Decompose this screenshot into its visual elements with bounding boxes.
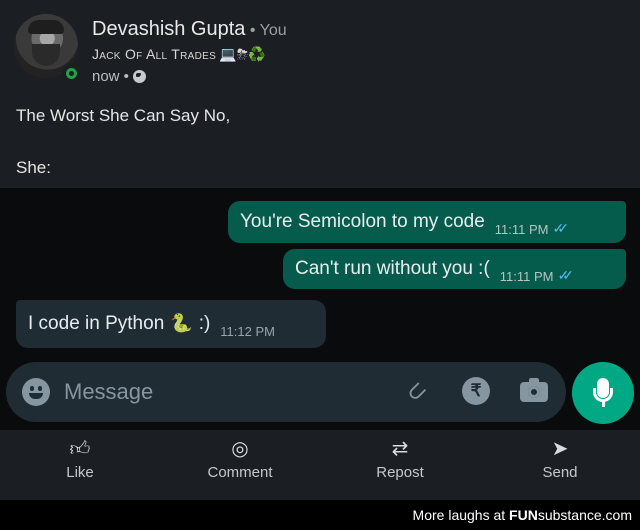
message-text-start: I code in Python [28, 313, 165, 334]
message-text: You're Semicolon to my code [240, 211, 485, 232]
send-button[interactable]: ➤ Send [500, 430, 620, 500]
like-button[interactable]: 👍︎ Like [20, 430, 140, 500]
watermark-prefix: More laughs at [412, 507, 506, 523]
rupee-payment-icon[interactable]: ₹ [462, 377, 490, 405]
message-input[interactable]: Message [64, 379, 153, 405]
message-time: 11:11 PM [499, 268, 554, 284]
mic-button[interactable] [572, 362, 634, 424]
author-tagline: Jack Of All Trades 💻⛈♻️ [92, 46, 266, 63]
online-status-icon [62, 64, 80, 82]
outgoing-message[interactable]: Can't run without you :( 11:11 PM ✓✓ [283, 249, 626, 289]
emoji-mouth [29, 393, 43, 399]
mic-stand [593, 388, 613, 402]
comment-label: Comment [207, 464, 273, 481]
linkedin-post: Devashish Gupta • You Jack Of All Trades… [0, 0, 640, 188]
message-text: I code in Python 🐍:) [28, 313, 210, 335]
repost-icon: ⇄ [391, 438, 409, 460]
author-you-label: • You [249, 22, 287, 39]
author-line: Devashish Gupta • You [92, 18, 287, 41]
emoji-icon[interactable] [22, 378, 50, 406]
post-meta: now • [92, 68, 146, 85]
author-name[interactable]: Devashish Gupta [92, 18, 245, 40]
send-label: Send [542, 464, 578, 481]
post-text-line-1: The Worst She Can Say No, [16, 106, 231, 125]
watermark-brand-fun: FUN [509, 507, 538, 523]
message-text: Can't run without you :( [295, 258, 490, 279]
read-ticks-icon: ✓✓ [552, 219, 570, 236]
post-text-line-2: She: [16, 158, 51, 177]
repost-label: Repost [376, 464, 424, 481]
message-time: 11:12 PM [220, 323, 275, 339]
camera-icon[interactable] [520, 378, 548, 402]
send-icon: ➤ [551, 438, 569, 460]
globe-icon [132, 70, 146, 83]
tagline-emojis: 💻⛈♻️ [219, 46, 267, 62]
outgoing-message[interactable]: You're Semicolon to my code 11:11 PM ✓✓ [228, 201, 626, 243]
message-time: 11:11 PM [494, 221, 549, 237]
avatar-hair [28, 20, 64, 34]
snake-emoji: 🐍 [170, 313, 193, 333]
comment-icon: ◎ [231, 438, 249, 460]
mic-leg [602, 401, 605, 407]
post-time: now • [92, 68, 129, 85]
watermark-brand-rest: substance.com [537, 507, 632, 523]
message-input-bar: Message ⊂ ₹ [6, 362, 566, 422]
comment-button[interactable]: ◎ Comment [180, 430, 300, 500]
repost-button[interactable]: ⇄ Repost [340, 430, 460, 500]
watermark-text[interactable]: More laughs at FUNsubstance.com [413, 507, 632, 523]
watermark-bar: More laughs at FUNsubstance.com [0, 500, 640, 530]
read-ticks-icon: ✓✓ [557, 266, 575, 283]
post-action-bar: 👍︎ Like ◎ Comment ⇄ Repost ➤ Send [0, 430, 640, 500]
like-label: Like [66, 464, 94, 481]
attachment-icon[interactable]: ⊂ [396, 371, 438, 413]
tagline-text: Jack Of All Trades [92, 46, 217, 62]
incoming-message[interactable]: I code in Python 🐍:) 11:12 PM [16, 300, 326, 348]
thumbs-up-icon: 👍︎ [69, 438, 91, 460]
message-text-end: :) [198, 313, 211, 334]
chat-screenshot: You're Semicolon to my code 11:11 PM ✓✓ … [0, 188, 640, 430]
avatar-beard [32, 44, 60, 66]
